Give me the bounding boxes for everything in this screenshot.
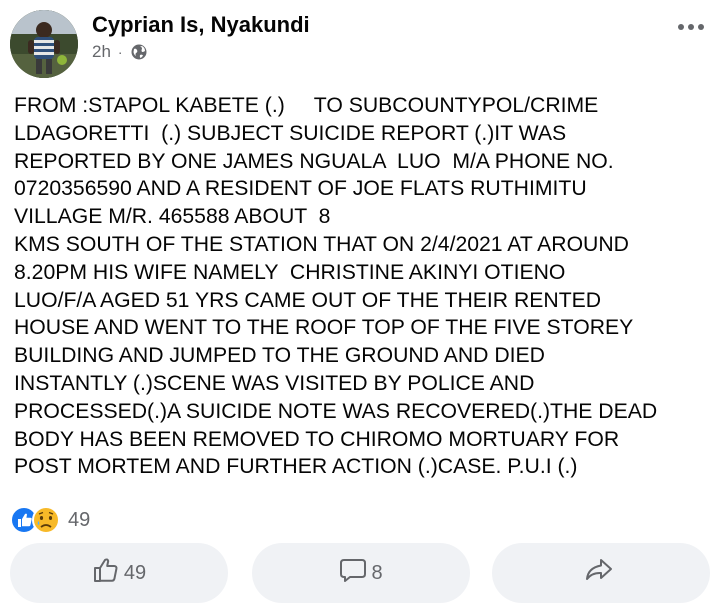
avatar[interactable] [10,10,78,78]
meta-separator: · [117,44,123,60]
author-name[interactable]: Cyprian Is, Nyakundi [92,12,310,38]
comment-count: 8 [371,561,383,584]
comment-bubble-icon [339,556,367,590]
share-arrow-icon [584,556,614,590]
avatar-image [10,10,78,78]
globe-icon [131,44,147,60]
like-button[interactable]: 49 [10,543,228,603]
share-button[interactable] [492,543,710,603]
post-timestamp[interactable]: 2h [92,42,111,62]
post-body-text: FROM :STAPOL KABETE (.) TO SUBCOUNTYPOL/… [14,94,658,479]
comment-button[interactable]: 8 [252,543,470,603]
thumbs-up-icon [92,556,120,590]
reaction-icons [10,506,62,534]
sad-reaction-icon [32,506,60,534]
like-count: 49 [123,561,147,584]
facebook-post: Cyprian Is, Nyakundi 2h · FROM :STAPOL K… [0,0,720,607]
more-options-icon[interactable] [676,20,706,34]
reaction-count: 49 [68,508,91,531]
reactions-summary[interactable]: 49 [10,506,90,534]
post-meta: 2h · [92,42,148,62]
